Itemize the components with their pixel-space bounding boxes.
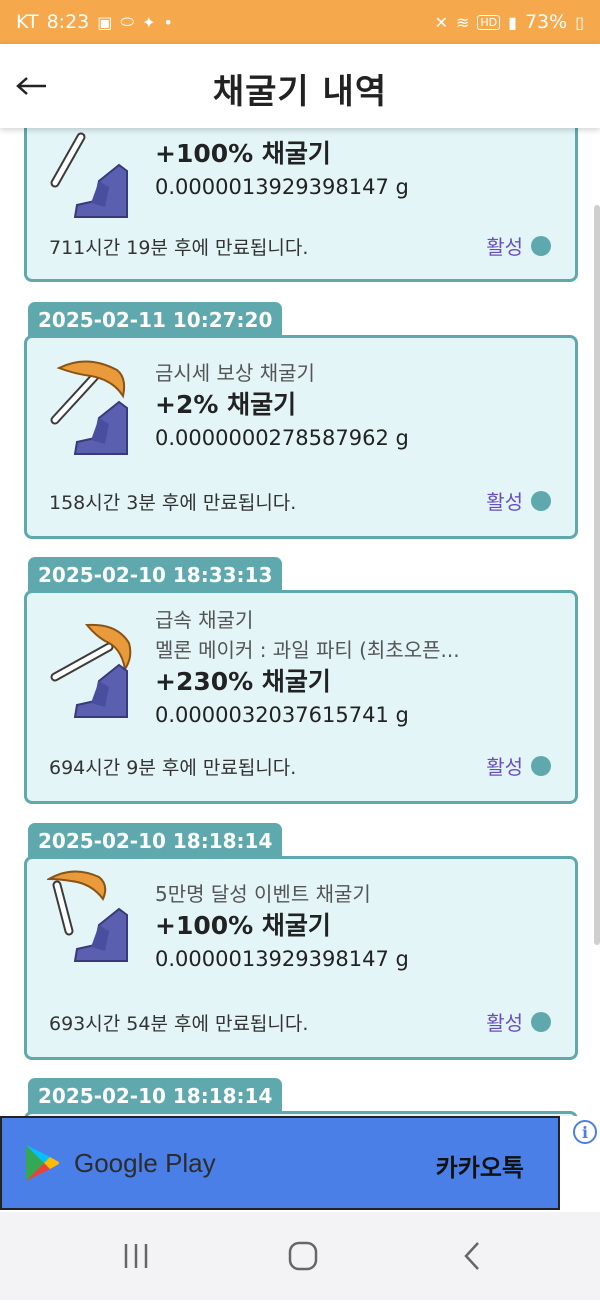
status-dot-icon [531, 490, 551, 511]
miner-history-list[interactable]: +100% 채굴기 0.0000013929398147 g 711시간 19분… [0, 128, 600, 1116]
expire-label: 711시간 19분 후에 만료됩니다. [49, 237, 309, 259]
ad-store-label: Google Play [74, 1147, 216, 1178]
status-bar: KT 8:23 ▣ ⬭ ✦ • ✕ ≋ HD ▮ 73% ▯ [0, 0, 600, 44]
status-label: 활성 [486, 490, 523, 514]
status-dot-icon [531, 1011, 551, 1032]
back-nav-button[interactable] [450, 1236, 494, 1276]
miner-card: 금시세 보상 채굴기 +2% 채굴기 0.0000000278587962 g … [24, 335, 578, 539]
pickaxe-mine-icon [47, 870, 128, 962]
status-dot-icon [531, 755, 551, 776]
system-nav-bar [0, 1212, 600, 1300]
miner-card: +100% 채굴기 0.0000013929398147 g 711시간 19분… [24, 128, 578, 282]
date-tab: 2025-02-10 18:33:13 [28, 557, 283, 593]
gallery-icon: ▣ [97, 12, 113, 32]
boost-label: +100% 채굴기 [155, 139, 331, 168]
app-notification-icon: ✦ [142, 12, 156, 32]
ad-info-icon[interactable]: i [573, 1120, 597, 1144]
battery-percent: 73% [524, 11, 568, 33]
home-icon [288, 1241, 318, 1271]
app-header: 채굴기 내역 [0, 44, 600, 128]
expire-label: 158시간 3분 후에 만료됩니다. [49, 492, 297, 514]
date-tab: 2025-02-10 18:18:14 [28, 823, 283, 859]
status-dot-icon [531, 235, 551, 256]
boost-label: +2% 채굴기 [155, 390, 297, 419]
boost-label: +230% 채굴기 [155, 667, 331, 696]
date-tab: 2025-02-10 18:18:14 [28, 1078, 283, 1114]
date-tab: 2025-02-11 10:27:20 [28, 302, 283, 338]
pickaxe-mine-icon [50, 623, 132, 718]
miner-source-detail: 멜론 메이커 : 과일 파티 (최초오픈... [155, 638, 460, 662]
page-title: 채굴기 내역 [212, 72, 388, 112]
miner-source-label: 금시세 보상 채굴기 [155, 361, 315, 385]
hd-icon: HD [477, 14, 501, 30]
status-badge: 활성 [486, 486, 551, 515]
status-badge: 활성 [486, 751, 551, 780]
ad-app-name: 카카오톡 [435, 1154, 524, 1182]
battery-icon: ▯ [575, 12, 584, 32]
status-badge: 활성 [486, 231, 551, 260]
pickaxe-mine-icon [50, 360, 128, 455]
status-label: 활성 [486, 1011, 523, 1035]
miner-source-label: 급속 채굴기 [155, 608, 254, 632]
mute-icon: ✕ [434, 12, 448, 32]
clock: 8:23 [46, 11, 90, 33]
home-button[interactable] [281, 1236, 325, 1276]
boost-label: +100% 채굴기 [155, 911, 331, 940]
miner-source-label: 5만명 달성 이벤트 채굴기 [155, 882, 371, 906]
status-label: 활성 [486, 235, 523, 259]
recent-apps-icon [124, 1244, 148, 1268]
ad-banner[interactable]: Google Play 카카오톡 [0, 1116, 560, 1210]
recent-apps-button[interactable] [114, 1236, 158, 1276]
signal-icon: ▮ [508, 12, 517, 32]
status-label: 활성 [486, 755, 523, 779]
amount-label: 0.0000013929398147 g [155, 947, 409, 971]
carrier-label: KT [16, 11, 39, 33]
miner-card: 급속 채굴기 멜론 메이커 : 과일 파티 (최초오픈... +230% 채굴기… [24, 590, 578, 804]
pill-icon: ⬭ [120, 12, 135, 31]
scrollbar[interactable] [594, 205, 600, 945]
google-play-logo-icon [26, 1145, 59, 1181]
expire-label: 694시간 9분 후에 만료됩니다. [49, 757, 297, 779]
chevron-left-icon [464, 1242, 479, 1270]
expire-label: 693시간 54분 후에 만료됩니다. [49, 1013, 309, 1035]
amount-label: 0.0000000278587962 g [155, 426, 409, 450]
more-notifications-dot-icon: • [163, 12, 173, 32]
pickaxe-mine-icon [50, 132, 128, 218]
miner-card: 5만명 달성 이벤트 채굴기 +100% 채굴기 0.0000013929398… [24, 856, 578, 1060]
amount-label: 0.0000032037615741 g [155, 703, 409, 727]
wifi-icon: ≋ [455, 12, 470, 32]
amount-label: 0.0000013929398147 g [155, 175, 409, 199]
status-badge: 활성 [486, 1007, 551, 1036]
